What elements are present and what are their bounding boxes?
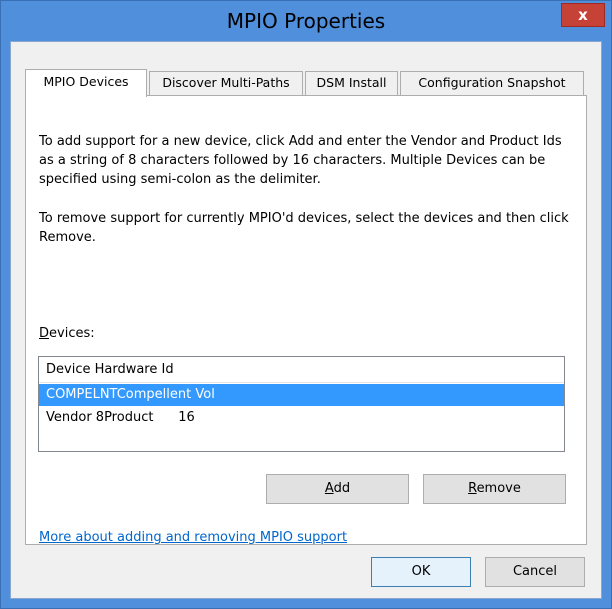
add-button-mnemonic: A — [324, 481, 334, 496]
ok-button[interactable]: OK — [371, 557, 471, 587]
remove-button-mnemonic: R — [468, 481, 477, 496]
remove-button[interactable]: Remove — [423, 474, 566, 504]
tab-discover-multi-paths[interactable]: Discover Multi-Paths — [149, 71, 303, 95]
devices-label: Devices: — [39, 326, 95, 341]
devices-label-rest: evices: — [49, 326, 95, 341]
add-instructions-text: To add support for a new device, click A… — [39, 134, 562, 187]
devices-list[interactable]: Device Hardware Id COMPELNTCompellent Vo… — [38, 356, 565, 452]
device-row-vendor-product[interactable]: Vendor 8Product 16 — [39, 407, 564, 429]
devices-label-mnemonic: D — [39, 326, 50, 341]
close-button[interactable]: x — [561, 3, 605, 27]
mpio-support-help-link[interactable]: More about adding and removing MPIO supp… — [39, 530, 347, 545]
remove-instructions-text: To remove support for currently MPIO'd d… — [39, 211, 569, 245]
close-icon: x — [578, 6, 588, 24]
title-bar[interactable]: MPIO Properties x — [1, 1, 611, 41]
mpio-devices-panel: To add support for a new device, click A… — [25, 95, 587, 545]
mpio-properties-window: MPIO Properties x MPIO Devices Discover … — [0, 0, 612, 609]
devices-list-header: Device Hardware Id — [39, 357, 564, 383]
remove-button-rest: emove — [476, 481, 521, 496]
window-title: MPIO Properties — [226, 9, 386, 33]
device-row-compellent[interactable]: COMPELNTCompellent Vol — [39, 384, 564, 406]
dialog-client-area: MPIO Devices Discover Multi-Paths DSM In… — [10, 41, 602, 599]
cancel-button[interactable]: Cancel — [485, 557, 585, 587]
add-button[interactable]: Add — [266, 474, 409, 504]
add-button-rest: dd — [333, 481, 351, 496]
tab-configuration-snapshot[interactable]: Configuration Snapshot — [400, 71, 584, 95]
tab-mpio-devices[interactable]: MPIO Devices — [25, 69, 147, 97]
tab-dsm-install[interactable]: DSM Install — [305, 71, 398, 95]
